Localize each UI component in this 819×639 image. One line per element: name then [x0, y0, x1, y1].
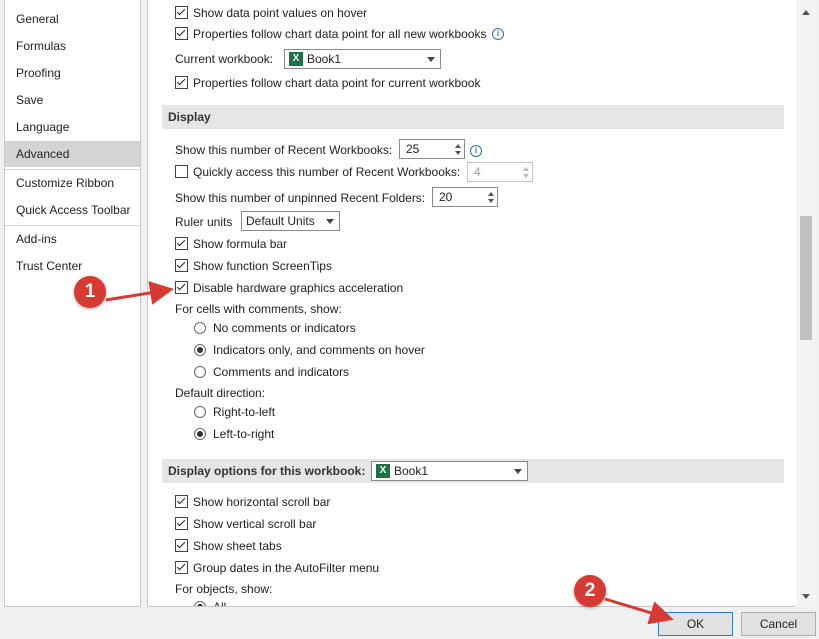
direction-label: Default direction:	[175, 386, 266, 400]
spin-up-icon[interactable]	[523, 167, 529, 171]
direction-option-label: Right-to-left	[213, 405, 276, 419]
sidebar-item-add-ins[interactable]: Add-ins	[5, 226, 140, 252]
current-workbook-dropdown[interactable]: X Book1	[284, 49, 441, 69]
callout-badge-1: 1	[74, 276, 106, 308]
sidebar-item-proofing[interactable]: Proofing	[5, 60, 140, 86]
unpinned-folders-spinner[interactable]: 20	[432, 187, 498, 207]
current-workbook-label: Current workbook:	[175, 52, 274, 66]
spin-down-icon[interactable]	[523, 174, 529, 178]
vert-scroll-label: Show vertical scroll bar	[193, 517, 317, 531]
screentips-label: Show function ScreenTips	[193, 259, 332, 273]
spin-up-icon[interactable]	[488, 192, 494, 196]
ok-button[interactable]: OK	[658, 612, 733, 636]
direction-option-label: Left-to-right	[213, 427, 275, 441]
comments-option-label: Indicators only, and comments on hover	[213, 343, 425, 357]
quick-access-spinner[interactable]: 4	[467, 162, 533, 182]
hw-accel-label: Disable hardware graphics acceleration	[193, 281, 404, 295]
scrollbar-thumb[interactable]	[800, 216, 812, 340]
screentips-checkbox[interactable]	[175, 259, 188, 272]
objects-option-label: All	[213, 600, 227, 607]
comments-option-label: Comments and indicators	[213, 365, 350, 379]
group-dates-checkbox[interactable]	[175, 561, 188, 574]
group-dates-label: Group dates in the AutoFilter menu	[193, 561, 380, 575]
recent-workbooks-value: 25	[406, 142, 420, 156]
ruler-units-value: Default Units	[246, 214, 315, 228]
spin-down-icon[interactable]	[455, 151, 461, 155]
sidebar-item-customize-ribbon[interactable]: Customize Ribbon	[5, 170, 140, 196]
sidebar-item-save[interactable]: Save	[5, 87, 140, 113]
spin-up-icon[interactable]	[455, 144, 461, 148]
spin-down-icon[interactable]	[488, 199, 494, 203]
properties-current-checkbox[interactable]	[175, 76, 188, 89]
excel-icon: X	[376, 464, 390, 478]
radio-button[interactable]	[194, 428, 206, 440]
recent-workbooks-spinner[interactable]: 25	[399, 139, 465, 159]
excel-icon: X	[289, 52, 303, 66]
formula-bar-checkbox[interactable]	[175, 237, 188, 250]
formula-bar-label: Show formula bar	[193, 237, 288, 251]
properties-all-new-label: Properties follow chart data point for a…	[193, 27, 487, 41]
chevron-down-icon	[326, 219, 334, 224]
callout-badge-2: 2	[574, 575, 606, 607]
horiz-scroll-label: Show horizontal scroll bar	[193, 495, 331, 509]
objects-label: For objects, show:	[175, 582, 273, 596]
info-icon[interactable]: i	[470, 145, 482, 157]
scroll-down-icon[interactable]	[802, 594, 810, 599]
info-icon[interactable]: i	[492, 28, 504, 40]
radio-button[interactable]	[194, 406, 206, 418]
sheet-tabs-label: Show sheet tabs	[193, 539, 282, 553]
cancel-button[interactable]: Cancel	[741, 612, 816, 636]
ruler-units-label: Ruler units	[175, 215, 233, 229]
sidebar-item-advanced[interactable]: Advanced	[5, 141, 140, 167]
scroll-up-icon[interactable]	[802, 10, 810, 15]
chevron-down-icon	[427, 57, 435, 62]
sheet-tabs-checkbox[interactable]	[175, 539, 188, 552]
sidebar-item-general[interactable]: General	[5, 6, 140, 32]
advanced-options-panel: Show data point values on hover Properti…	[147, 0, 816, 607]
show-values-hover-label: Show data point values on hover	[193, 6, 368, 20]
workbook-display-value: Book1	[394, 464, 429, 478]
radio-button[interactable]	[194, 344, 206, 356]
vert-scroll-checkbox[interactable]	[175, 517, 188, 530]
recent-workbooks-label: Show this number of Recent Workbooks:	[175, 143, 393, 157]
quick-access-value: 4	[474, 165, 481, 179]
comments-label: For cells with comments, show:	[175, 302, 342, 316]
ruler-units-dropdown[interactable]: Default Units	[241, 211, 340, 231]
quick-access-label: Quickly access this number of Recent Wor…	[193, 165, 461, 179]
vertical-scrollbar[interactable]	[796, 0, 816, 607]
workbook-display-dropdown[interactable]: X Book1	[371, 461, 528, 481]
unpinned-folders-value: 20	[439, 190, 453, 204]
radio-button[interactable]	[194, 601, 206, 606]
sidebar-item-trust-center[interactable]: Trust Center	[5, 253, 140, 279]
display-section-header: Display	[162, 105, 784, 129]
sidebar-item-language[interactable]: Language	[5, 114, 140, 140]
quick-access-checkbox[interactable]	[175, 165, 188, 178]
current-workbook-value: Book1	[307, 52, 342, 66]
unpinned-folders-label: Show this number of unpinned Recent Fold…	[175, 191, 426, 205]
comments-option-label: No comments or indicators	[213, 321, 356, 335]
radio-button[interactable]	[194, 322, 206, 334]
sidebar-item-formulas[interactable]: Formulas	[5, 33, 140, 59]
hw-accel-checkbox[interactable]	[175, 281, 188, 294]
properties-current-label: Properties follow chart data point for c…	[193, 76, 481, 90]
properties-all-new-checkbox[interactable]	[175, 27, 188, 40]
sidebar-item-quick-access-toolbar[interactable]: Quick Access Toolbar	[5, 197, 140, 223]
workbook-display-header-label: Display options for this workbook:	[168, 464, 366, 478]
horiz-scroll-checkbox[interactable]	[175, 495, 188, 508]
show-values-hover-checkbox[interactable]	[175, 6, 188, 19]
chevron-down-icon	[514, 469, 522, 474]
radio-button[interactable]	[194, 366, 206, 378]
options-sidebar: General Formulas Proofing Save Language …	[4, 0, 141, 607]
